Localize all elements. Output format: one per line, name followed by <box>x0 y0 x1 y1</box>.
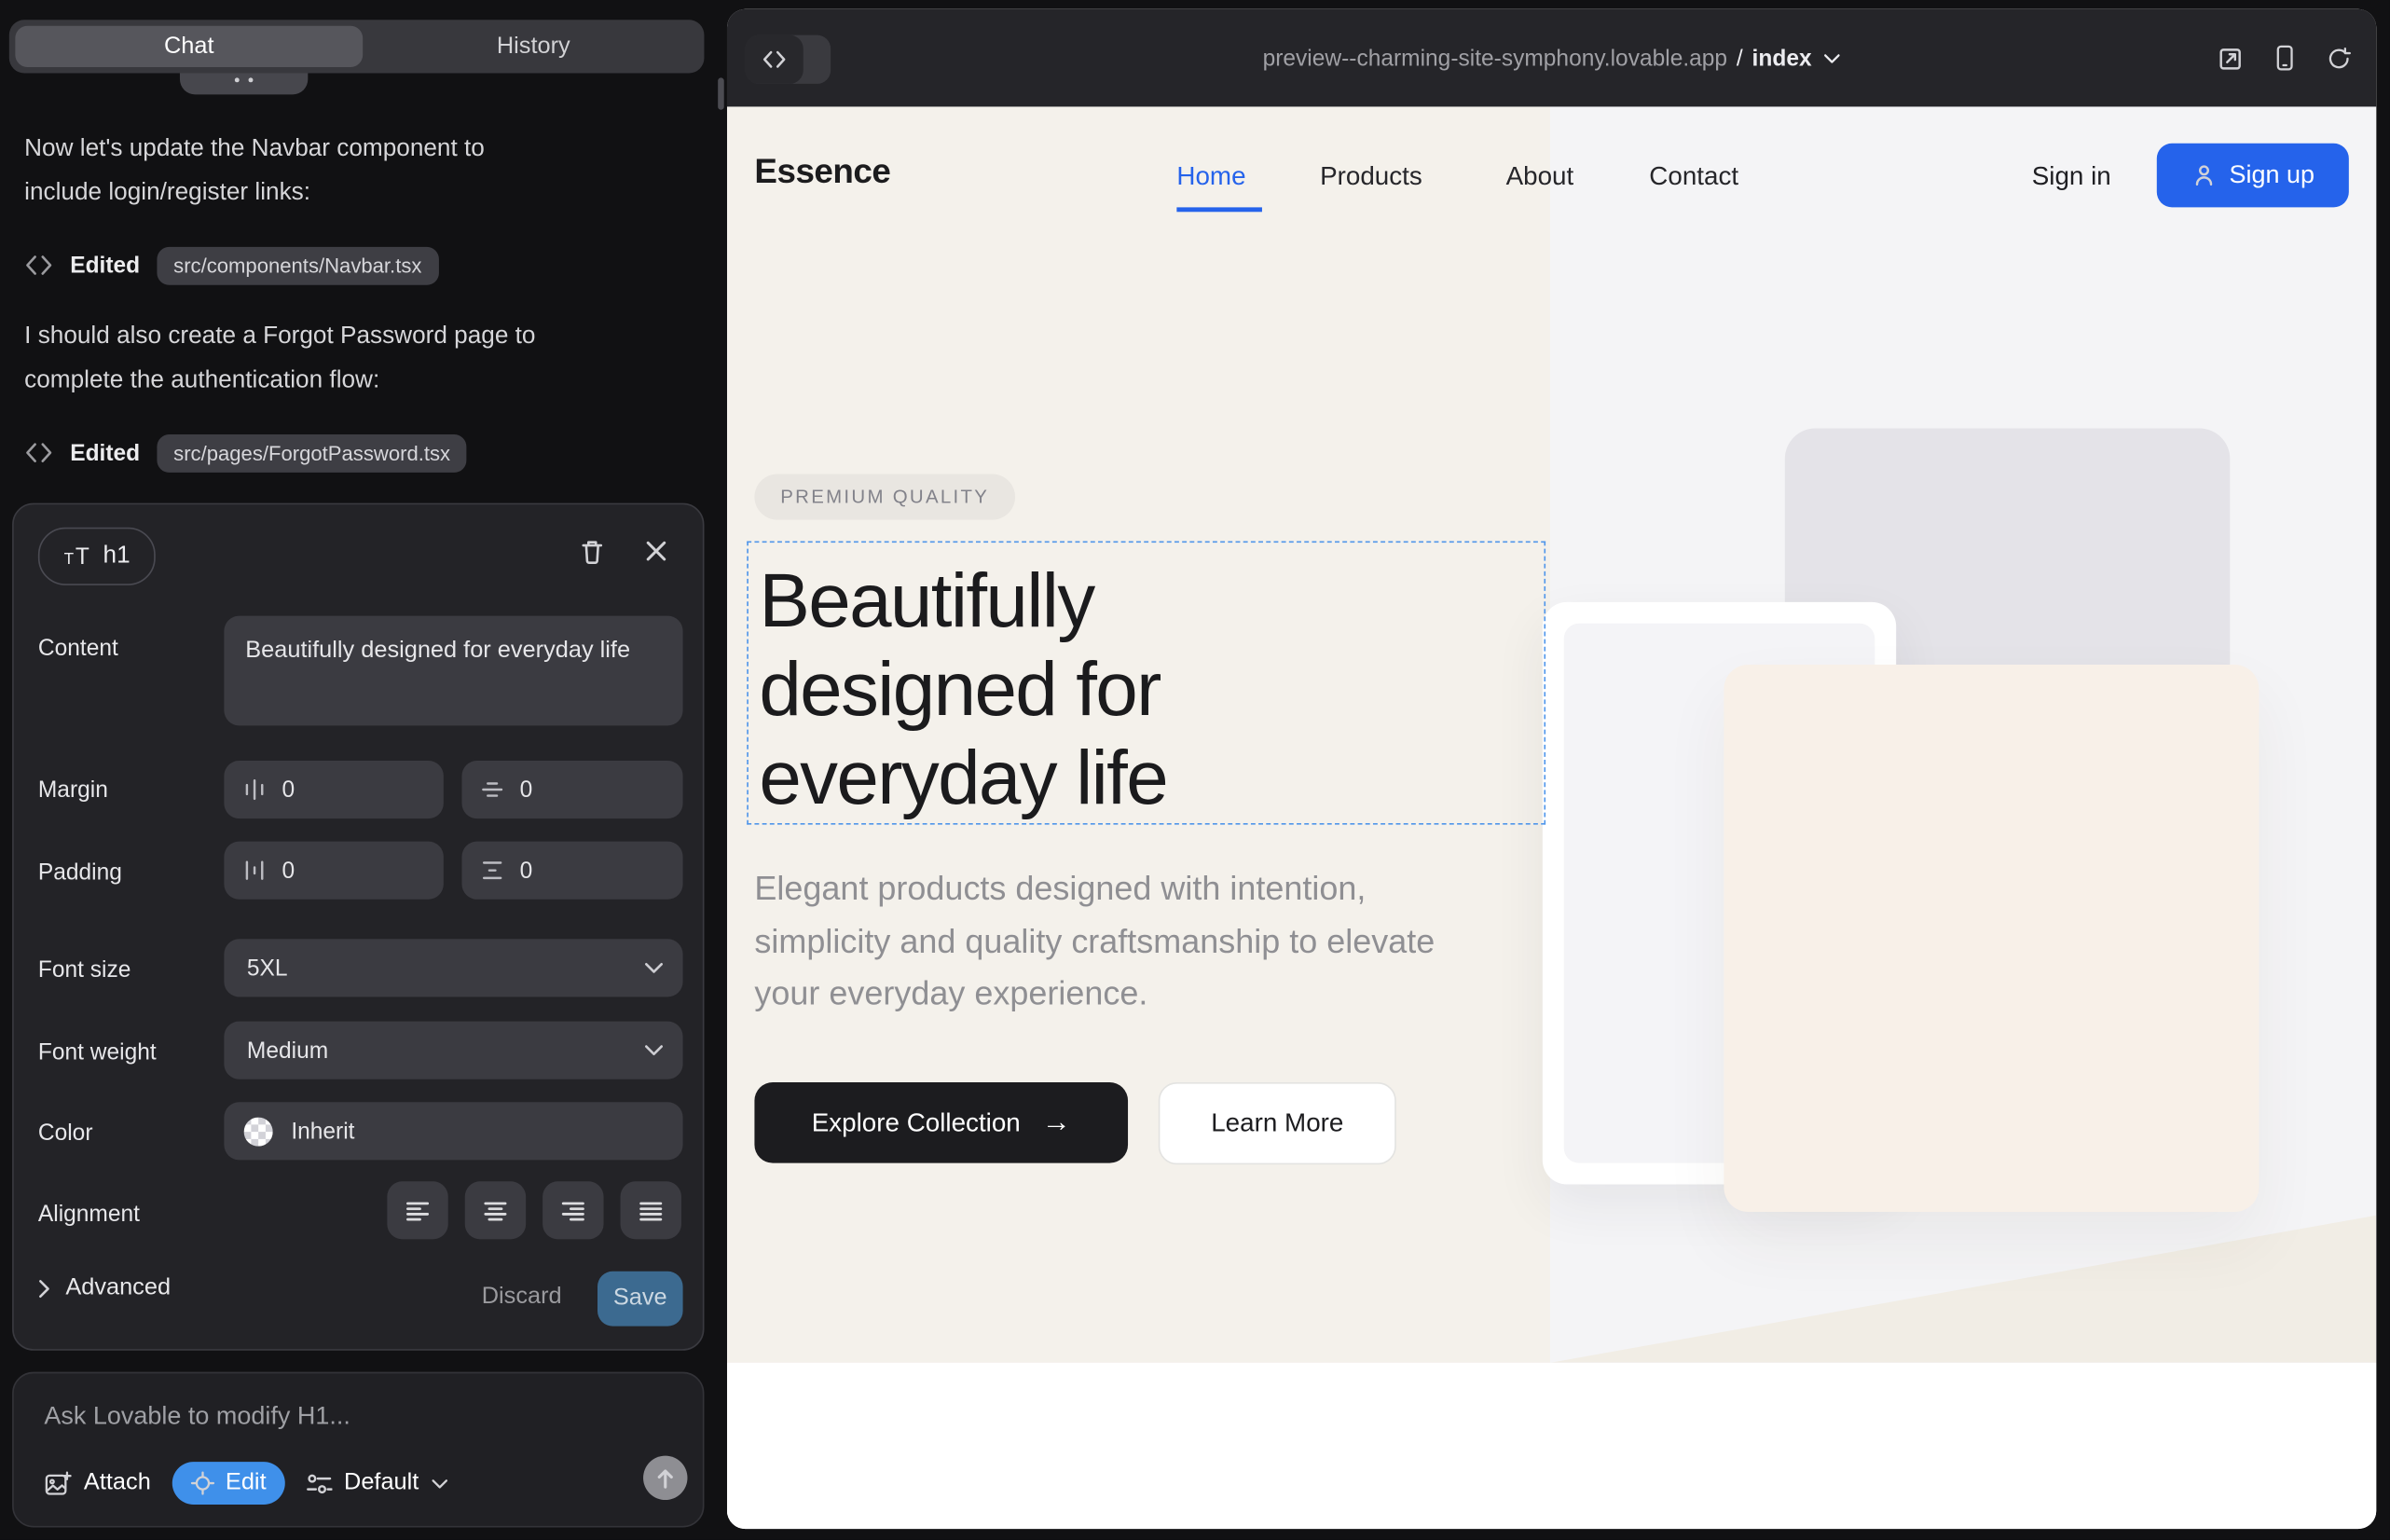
target-icon <box>190 1471 214 1495</box>
app: Chat History Now let's update the Navbar… <box>0 0 2390 1540</box>
arrow-right-icon: → <box>1042 1106 1071 1139</box>
chevron-down-icon <box>1824 52 1841 62</box>
chevron-down-icon <box>645 962 664 974</box>
code-icon <box>24 442 53 463</box>
margin-y-input[interactable]: 0 <box>461 761 682 818</box>
tab-history[interactable]: History <box>363 20 704 73</box>
chat-message: Now let's update the Navbar component to… <box>24 127 561 215</box>
align-center-button[interactable] <box>465 1181 526 1239</box>
nav-link-products[interactable]: Products <box>1320 161 1422 192</box>
mobile-view-icon[interactable] <box>2274 44 2296 71</box>
margin-vertical-icon <box>480 777 504 802</box>
view-toggle[interactable] <box>746 35 831 84</box>
edited-file-row[interactable]: Edited src/components/Navbar.tsx <box>24 244 438 287</box>
margin-label: Margin <box>38 777 108 804</box>
explore-collection-button[interactable]: Explore Collection → <box>754 1082 1128 1163</box>
margin-horizontal-icon <box>242 777 267 802</box>
padding-horizontal-icon <box>242 859 267 883</box>
user-icon <box>2191 163 2216 187</box>
nav-active-underline <box>1176 207 1262 211</box>
content-textarea[interactable]: Beautifully designed for everyday life <box>224 616 682 726</box>
site-section-below <box>727 1363 2376 1529</box>
alignment-label: Alignment <box>38 1202 140 1228</box>
code-view-toggle[interactable] <box>746 35 804 84</box>
nav-link-contact[interactable]: Contact <box>1649 161 1738 192</box>
nav-link-home[interactable]: Home <box>1176 161 1245 192</box>
edited-label: Edited <box>70 440 140 466</box>
send-button[interactable] <box>643 1456 687 1500</box>
font-weight-select[interactable]: Medium <box>224 1022 682 1079</box>
preview-url[interactable]: preview--charming-site-symphony.lovable.… <box>1263 9 1841 107</box>
selected-element-outline[interactable]: Beautifully designed for everyday life <box>747 541 1545 824</box>
delete-element-button[interactable] <box>579 538 605 565</box>
refresh-icon[interactable] <box>2326 45 2352 71</box>
hero-heading[interactable]: Beautifully designed for everyday life <box>759 557 1338 822</box>
margin-x-input[interactable]: 0 <box>224 761 443 818</box>
mode-selector[interactable]: Default <box>306 1469 447 1496</box>
color-label: Color <box>38 1121 93 1147</box>
premium-quality-badge: PREMIUM QUALITY <box>754 474 1015 520</box>
learn-more-button[interactable]: Learn More <box>1159 1082 1396 1164</box>
close-panel-button[interactable] <box>645 540 668 563</box>
edit-mode-button[interactable]: Edit <box>172 1462 285 1505</box>
tab-chat[interactable]: Chat <box>15 26 363 67</box>
nav-link-about[interactable]: About <box>1506 161 1574 192</box>
element-tag-label: h1 <box>103 543 130 570</box>
font-weight-label: Font weight <box>38 1039 157 1066</box>
preview-toolbar: preview--charming-site-symphony.lovable.… <box>727 9 2376 107</box>
color-input[interactable]: Inherit <box>224 1102 682 1160</box>
font-size-select[interactable]: 5XL <box>224 939 682 997</box>
code-icon <box>762 50 787 69</box>
chat-history-tabbar: Chat History <box>9 20 705 73</box>
padding-label: Padding <box>38 859 122 886</box>
padding-x-input[interactable]: 0 <box>224 842 443 900</box>
url-host: preview--charming-site-symphony.lovable.… <box>1263 45 1728 71</box>
chat-message: I should also create a Forgot Password p… <box>24 314 561 403</box>
font-size-label: Font size <box>38 957 131 983</box>
chevron-down-icon <box>645 1044 664 1056</box>
site-canvas: Essence Home Products About Contact Sign… <box>727 106 2376 1529</box>
color-swatch <box>244 1117 273 1146</box>
save-button[interactable]: Save <box>598 1272 683 1327</box>
scrollbar-thumb[interactable] <box>718 77 724 109</box>
sliders-icon <box>306 1472 332 1495</box>
file-badge[interactable]: src/components/Navbar.tsx <box>157 246 438 284</box>
sign-up-button[interactable]: Sign up <box>2157 144 2349 208</box>
attach-image-icon <box>44 1470 71 1496</box>
url-path: index <box>1752 45 1812 71</box>
site-logo[interactable]: Essence <box>754 153 890 193</box>
padding-vertical-icon <box>480 859 504 883</box>
code-icon <box>24 254 53 276</box>
content-label: Content <box>38 636 118 662</box>
hero-paragraph: Elegant products designed with intention… <box>754 863 1504 1021</box>
arrow-up-icon <box>655 1467 675 1489</box>
chevron-down-icon <box>431 1478 447 1488</box>
preview-window: preview--charming-site-symphony.lovable.… <box>727 9 2376 1529</box>
chevron-right-icon <box>38 1278 50 1298</box>
sign-in-link[interactable]: Sign in <box>2032 161 2111 192</box>
edited-label: Edited <box>70 253 140 279</box>
text-type-icon: TT <box>64 543 89 570</box>
attach-button[interactable]: Attach <box>44 1469 150 1496</box>
advanced-toggle[interactable]: Advanced <box>38 1274 171 1301</box>
url-separator: / <box>1737 45 1743 71</box>
open-external-icon[interactable] <box>2218 45 2244 71</box>
element-editor-panel: TT h1 Content Beautifully designed for e… <box>12 503 704 1351</box>
align-left-button[interactable] <box>387 1181 447 1239</box>
composer-input[interactable]: Ask Lovable to modify H1... <box>44 1402 350 1431</box>
edited-file-row[interactable]: Edited src/pages/ForgotPassword.tsx <box>24 432 467 474</box>
padding-y-input[interactable]: 0 <box>461 842 682 900</box>
align-justify-button[interactable] <box>621 1181 681 1239</box>
decor-cream-card <box>1724 665 2259 1212</box>
file-badge[interactable]: src/pages/ForgotPassword.tsx <box>157 433 467 472</box>
chat-composer[interactable]: Ask Lovable to modify H1... Attach Edit <box>12 1372 704 1528</box>
align-right-button[interactable] <box>543 1181 603 1239</box>
discard-button[interactable]: Discard <box>482 1284 562 1311</box>
element-tag-badge: TT h1 <box>38 528 157 585</box>
scrolled-message-pill <box>180 73 308 94</box>
